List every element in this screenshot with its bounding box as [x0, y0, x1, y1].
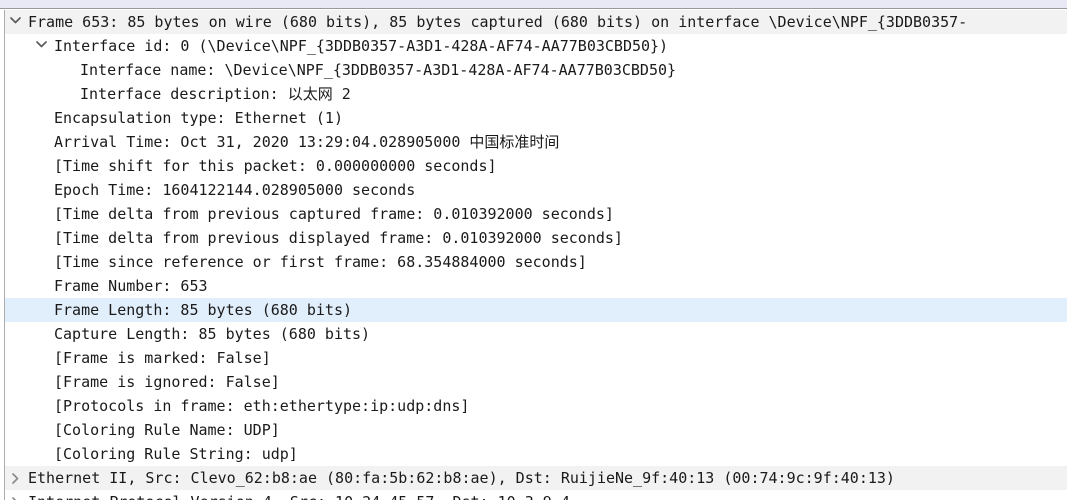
tree-item-label: Frame Length: 85 bytes (680 bits) — [54, 301, 353, 319]
packet-details-tree[interactable]: Frame 653: 85 bytes on wire (680 bits), … — [5, 10, 1067, 500]
chevron-down-icon[interactable] — [7, 10, 23, 34]
frame-is-marked-field[interactable]: [Frame is marked: False] — [5, 346, 1067, 370]
interface-name-field[interactable]: Interface name: \Device\NPF_{3DDB0357-A3… — [5, 58, 1067, 82]
interface-id-node[interactable]: Interface id: 0 (\Device\NPF_{3DDB0357-A… — [5, 34, 1067, 58]
chevron-down-icon — [9, 17, 21, 24]
tree-item-label: Encapsulation type: Ethernet (1) — [54, 109, 343, 127]
frame-node[interactable]: Frame 653: 85 bytes on wire (680 bits), … — [5, 10, 1067, 34]
tree-item-label: Epoch Time: 1604122144.028905000 seconds — [54, 181, 416, 199]
tree-item-label: Arrival Time: Oct 31, 2020 13:29:04.0289… — [54, 133, 560, 151]
tree-item-label: [Coloring Rule String: udp] — [54, 445, 298, 463]
tree-item-label: [Frame is ignored: False] — [54, 373, 280, 391]
chevron-right-icon[interactable] — [7, 466, 23, 490]
tree-item-label: Capture Length: 85 bytes (680 bits) — [54, 325, 371, 343]
epoch-time-field[interactable]: Epoch Time: 1604122144.028905000 seconds — [5, 178, 1067, 202]
interface-description-field[interactable]: Interface description: 以太网 2 — [5, 82, 1067, 106]
time-delta-displayed-field[interactable]: [Time delta from previous displayed fram… — [5, 226, 1067, 250]
tree-item-label: [Time shift for this packet: 0.000000000… — [54, 157, 497, 175]
chevron-down-icon — [35, 41, 47, 48]
chevron-right-icon — [11, 473, 18, 484]
arrival-time-field[interactable]: Arrival Time: Oct 31, 2020 13:29:04.0289… — [5, 130, 1067, 154]
tree-item-label: [Coloring Rule Name: UDP] — [54, 421, 280, 439]
tree-item-label: Frame Number: 653 — [54, 277, 208, 295]
packet-details-pane: Frame 653: 85 bytes on wire (680 bits), … — [0, 0, 1067, 500]
tree-item-label: [Frame is marked: False] — [54, 349, 271, 367]
time-shift-field[interactable]: [Time shift for this packet: 0.000000000… — [5, 154, 1067, 178]
internet-protocol-node[interactable]: Internet Protocol Version 4, Src: 10.24.… — [5, 490, 1067, 500]
time-since-reference-field[interactable]: [Time since reference or first frame: 68… — [5, 250, 1067, 274]
tree-item-label: [Time delta from previous displayed fram… — [54, 229, 623, 247]
pane-splitter[interactable] — [0, 0, 1067, 9]
capture-length-field[interactable]: Capture Length: 85 bytes (680 bits) — [5, 322, 1067, 346]
coloring-rule-string-field[interactable]: [Coloring Rule String: udp] — [5, 442, 1067, 466]
tree-item-label: Internet Protocol Version 4, Src: 10.24.… — [28, 490, 570, 500]
time-delta-captured-field[interactable]: [Time delta from previous captured frame… — [5, 202, 1067, 226]
chevron-right-icon[interactable] — [7, 490, 23, 500]
tree-item-label: Interface name: \Device\NPF_{3DDB0357-A3… — [80, 61, 677, 79]
tree-item-label: Frame 653: 85 bytes on wire (680 bits), … — [28, 13, 968, 31]
frame-number-field[interactable]: Frame Number: 653 — [5, 274, 1067, 298]
frame-is-ignored-field[interactable]: [Frame is ignored: False] — [5, 370, 1067, 394]
frame-length-field[interactable]: Frame Length: 85 bytes (680 bits) — [5, 298, 1067, 322]
chevron-down-icon[interactable] — [33, 34, 49, 58]
tree-item-label: [Time delta from previous captured frame… — [54, 205, 614, 223]
tree-item-label: Interface description: 以太网 2 — [80, 85, 351, 103]
protocols-in-frame-field[interactable]: [Protocols in frame: eth:ethertype:ip:ud… — [5, 394, 1067, 418]
tree-item-label: [Time since reference or first frame: 68… — [54, 253, 587, 271]
encapsulation-type-field[interactable]: Encapsulation type: Ethernet (1) — [5, 106, 1067, 130]
tree-item-label: Ethernet II, Src: Clevo_62:b8:ae (80:fa:… — [28, 469, 895, 487]
tree-item-label: [Protocols in frame: eth:ethertype:ip:ud… — [54, 397, 470, 415]
tree-item-label: Interface id: 0 (\Device\NPF_{3DDB0357-A… — [54, 37, 669, 55]
ethernet-node[interactable]: Ethernet II, Src: Clevo_62:b8:ae (80:fa:… — [5, 466, 1067, 490]
coloring-rule-name-field[interactable]: [Coloring Rule Name: UDP] — [5, 418, 1067, 442]
